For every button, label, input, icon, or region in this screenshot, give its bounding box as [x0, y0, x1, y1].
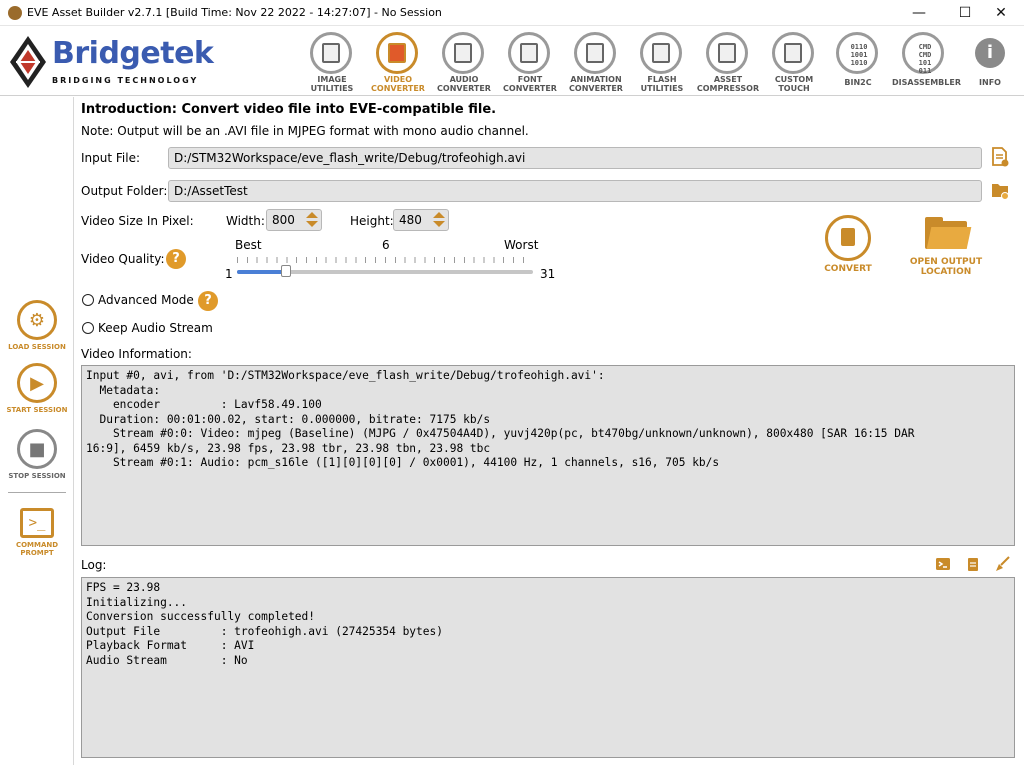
video-info-label: Video Information:: [81, 347, 192, 361]
log-box[interactable]: FPS = 23.98 Initializing... Conversion s…: [81, 577, 1015, 758]
convert-button[interactable]: CONVERT: [808, 215, 888, 285]
title-bar: EVE Asset Builder v2.7.1 [Build Time: No…: [0, 0, 1024, 26]
image-utilities-icon: [310, 32, 352, 74]
video-size-label: Video Size In Pixel:: [81, 214, 194, 228]
video-quality-label: Video Quality:: [81, 252, 165, 266]
quality-slider[interactable]: [237, 265, 533, 277]
video-converter-panel: Introduction: Convert video file into EV…: [74, 97, 1024, 765]
window-title: EVE Asset Builder v2.7.1 [Build Time: No…: [27, 6, 442, 19]
custom-touch-button[interactable]: CUSTOM TOUCH: [762, 30, 826, 96]
keep-audio-radio[interactable]: [82, 322, 94, 334]
brand-name: Bridgetek: [52, 36, 214, 71]
play-icon: ▶: [17, 363, 57, 403]
close-button[interactable]: ✕: [978, 0, 1024, 26]
input-file-label: Input File:: [81, 151, 141, 165]
width-stepper[interactable]: 800: [266, 209, 322, 231]
animation-converter-button[interactable]: ANIMATION CONVERTER: [564, 30, 628, 96]
command-prompt-button[interactable]: >_ COMMAND PROMPT: [0, 508, 74, 557]
advanced-mode-help-icon[interactable]: ?: [198, 291, 218, 311]
stop-session-button[interactable]: ■ STOP SESSION: [0, 429, 74, 480]
keep-audio-label: Keep Audio Stream: [98, 321, 213, 335]
output-note: Note: Output will be an .AVI file in MJP…: [81, 124, 529, 138]
convert-icon: [825, 215, 871, 261]
advanced-mode-radio[interactable]: [82, 294, 94, 306]
stop-icon: ■: [17, 429, 57, 469]
quality-worst-label: Worst: [504, 238, 539, 252]
intro-heading: Introduction: Convert video file into EV…: [81, 102, 497, 117]
terminal-icon: >_: [20, 508, 54, 538]
folder-open-icon: [923, 215, 972, 251]
header: Bridgetek BRIDGING TECHNOLOGY IMAGE UTIL…: [0, 26, 1024, 96]
log-label: Log:: [81, 558, 107, 572]
font-converter-button[interactable]: FONT CONVERTER: [498, 30, 562, 96]
quality-slider-thumb[interactable]: [281, 265, 291, 277]
disassembler-icon: CMD CMD 101 011: [902, 32, 944, 75]
bridgetek-logo-icon: [10, 36, 46, 88]
brand-tagline: BRIDGING TECHNOLOGY: [52, 76, 199, 85]
quality-max-label: 31: [540, 267, 556, 281]
image-utilities-button[interactable]: IMAGE UTILITIES: [300, 30, 364, 96]
asset-compressor-icon: [706, 32, 748, 74]
height-stepper[interactable]: 480: [393, 209, 449, 231]
clear-log-broom-icon[interactable]: [994, 556, 1010, 572]
flash-utilities-button[interactable]: FLASH UTILITIES: [630, 30, 694, 96]
audio-converter-button[interactable]: AUDIO CONVERTER: [432, 30, 496, 96]
advanced-mode-label: Advanced Mode: [98, 293, 194, 307]
height-label: Height:: [350, 214, 394, 228]
stepper-arrows-icon[interactable]: [305, 212, 319, 228]
animation-converter-icon: [574, 32, 616, 74]
quality-min-label: 1: [225, 267, 233, 281]
stepper-arrows-icon[interactable]: [432, 212, 446, 228]
info-button[interactable]: i INFO: [958, 30, 1022, 96]
input-file-field[interactable]: D:/STM32Workspace/eve_flash_write/Debug/…: [168, 147, 982, 169]
touch-hand-icon: [772, 32, 814, 74]
quality-slider-ticks: [237, 257, 533, 263]
video-converter-button[interactable]: VIDEO CONVERTER: [366, 30, 430, 96]
bin2c-button[interactable]: 0110 1001 1010 BIN2C: [826, 30, 890, 96]
browse-folder-icon[interactable]: [991, 180, 1009, 200]
app-icon: [8, 6, 22, 20]
quality-current-value: 6: [382, 238, 390, 252]
terminal-icon[interactable]: [935, 556, 951, 572]
output-folder-field[interactable]: D:/AssetTest: [168, 180, 982, 202]
video-info-box[interactable]: Input #0, avi, from 'D:/STM32Workspace/e…: [81, 365, 1015, 546]
sidebar-divider: [8, 492, 66, 493]
quality-slider-fill: [237, 270, 286, 274]
audio-converter-icon: [442, 32, 484, 74]
video-converter-icon: [376, 32, 418, 74]
disassembler-button[interactable]: CMD CMD 101 011 DISASSEMBLER: [892, 30, 961, 96]
font-converter-icon: [508, 32, 550, 74]
flash-utilities-icon: [640, 32, 682, 74]
output-folder-label: Output Folder:: [81, 184, 168, 198]
minimize-button[interactable]: —: [896, 0, 942, 26]
sidebar: ⚙ LOAD SESSION ▶ START SESSION ■ STOP SE…: [0, 97, 74, 765]
load-session-button[interactable]: ⚙ LOAD SESSION: [0, 300, 74, 351]
width-label: Width:: [226, 214, 265, 228]
browse-file-icon[interactable]: [991, 147, 1009, 167]
asset-compressor-button[interactable]: ASSET COMPRESSOR: [696, 30, 760, 96]
start-session-button[interactable]: ▶ START SESSION: [0, 363, 74, 414]
binary-icon: 0110 1001 1010: [836, 32, 878, 74]
quality-help-icon[interactable]: ?: [166, 249, 186, 269]
gears-icon: ⚙: [17, 300, 57, 340]
bridgetek-logo: Bridgetek BRIDGING TECHNOLOGY: [8, 34, 214, 90]
copy-log-icon[interactable]: [965, 556, 981, 572]
info-icon: i: [975, 38, 1005, 68]
open-output-location-button[interactable]: OPEN OUTPUT LOCATION: [906, 215, 986, 285]
quality-best-label: Best: [235, 238, 262, 252]
